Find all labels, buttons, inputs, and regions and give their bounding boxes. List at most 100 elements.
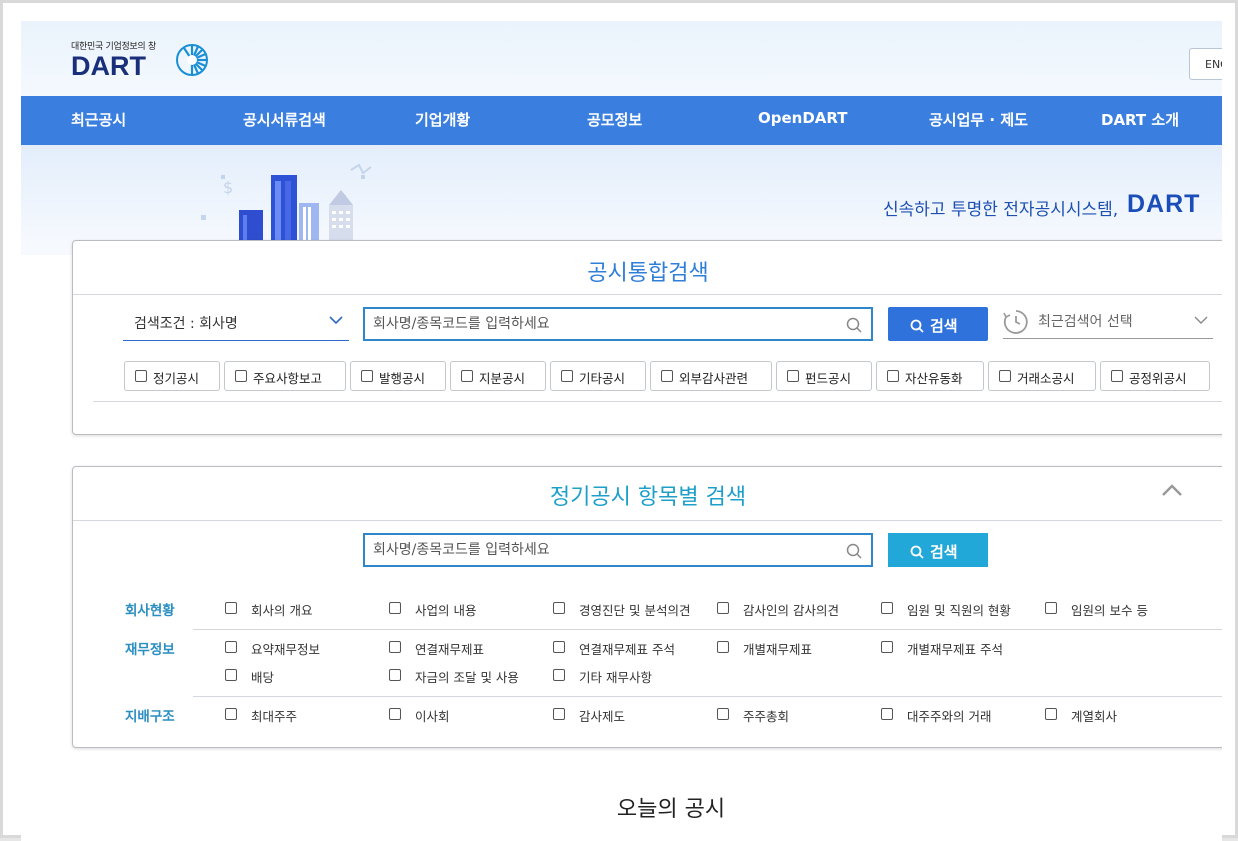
checkbox[interactable] [553,708,565,720]
filter-other[interactable]: 기타공시 [550,361,646,391]
checkbox[interactable] [461,370,473,382]
hero-banner: $ 신속하고 투명한 전자공시시스템, DART [21,145,1222,255]
option-label: 임원 및 직원의 현황 [907,603,1011,618]
nav-item-about-dart[interactable]: DART 소개 [1101,109,1179,130]
nav-item-document-search[interactable]: 공시서류검색 [243,109,326,130]
filter-major-report[interactable]: 주요사항보고 [224,361,346,391]
integrated-search-button[interactable]: 검색 [888,307,988,341]
option-label: 요약재무정보 [251,642,321,657]
category-financial-info: 재무정보 [125,642,175,658]
item-search-input[interactable] [373,540,833,560]
checkbox[interactable] [1045,708,1057,720]
checkbox[interactable] [225,708,237,720]
filter-label: 발행공시 [379,371,426,386]
checkbox[interactable] [553,641,565,653]
item-search-button[interactable]: 검색 [888,533,988,567]
chevron-down-icon [1194,316,1208,324]
logo-wordmark: DART [71,51,146,81]
search-icon[interactable] [846,543,862,559]
language-button[interactable]: ENG [1189,48,1222,80]
svg-text:$: $ [223,178,233,197]
filter-external-audit[interactable]: 외부감사관련 [650,361,772,391]
filter-exchange[interactable]: 거래소공시 [988,361,1096,391]
option-label: 감사인의 감사의견 [743,603,839,618]
search-icon[interactable] [846,317,862,333]
row-divider [193,629,1222,630]
option-label: 연결재무제표 주석 [579,642,675,657]
option-label: 사업의 내용 [415,603,477,618]
checkbox[interactable] [881,641,893,653]
checkbox[interactable] [999,370,1011,382]
item-search-title: 정기공시 항목별 검색 [549,485,747,510]
site-header: 대한민국 기업정보의 창 DART EN [21,21,1222,96]
checkbox[interactable] [389,641,401,653]
option-label: 개별재무제표 주석 [907,642,1003,657]
option-label: 연결재무제표 [415,642,485,657]
category-governance: 지배구조 [125,709,175,725]
checkbox[interactable] [787,370,799,382]
search-condition-select[interactable]: 검색조건 : 회사명 [123,301,349,341]
option-label: 경영진단 및 분석의견 [579,603,691,618]
checkbox[interactable] [225,669,237,681]
filter-label: 자산유동화 [905,371,963,386]
filter-periodic[interactable]: 정기공시 [124,361,220,391]
option-label: 회사의 개요 [251,603,313,618]
panel-divider [73,294,1222,295]
checkbox[interactable] [881,708,893,720]
filter-fund[interactable]: 펀드공시 [776,361,872,391]
option-label: 계열회사 [1071,709,1118,724]
filter-ftc[interactable]: 공정위공시 [1100,361,1210,391]
checkbox[interactable] [389,602,401,614]
filter-issuance[interactable]: 발행공시 [350,361,446,391]
checkbox[interactable] [1045,602,1057,614]
dart-logo[interactable]: 대한민국 기업정보의 창 DART [71,39,221,83]
history-clock-icon [1003,310,1028,334]
checkbox[interactable] [553,602,565,614]
checkbox[interactable] [361,370,373,382]
language-button-label: ENG [1205,58,1222,71]
checkbox[interactable] [389,669,401,681]
option-label: 기타 재무사항 [579,670,652,685]
option-label: 주주총회 [743,709,790,724]
browser-frame: 대한민국 기업정보의 창 DART EN 최근공시 공시서류검색 기업개황 공모… [0,0,1238,841]
option-label: 개별재무제표 [743,642,813,657]
nav-item-disclosure-system[interactable]: 공시업무 · 제도 [929,109,1028,130]
search-condition-value: 검색조건 : 회사명 [134,316,238,332]
option-label: 임원의 보수 등 [1071,603,1148,618]
checkbox[interactable] [561,370,573,382]
logo-globe-icon [176,44,208,76]
chevron-up-icon[interactable] [1161,482,1183,498]
checkbox[interactable] [389,708,401,720]
nav-item-offering-info[interactable]: 공모정보 [587,109,642,130]
checkbox[interactable] [1111,370,1123,382]
checkbox[interactable] [225,641,237,653]
filter-label: 거래소공시 [1017,371,1075,386]
checkbox[interactable] [717,641,729,653]
checkbox[interactable] [661,370,673,382]
checkbox[interactable] [135,370,147,382]
hero-brand: DART [1127,190,1201,218]
filter-label: 공정위공시 [1129,371,1187,386]
item-search-panel: 정기공시 항목별 검색 검색 회사현황 회사의 개요 사업의 내용 경영진단 및… [72,466,1222,748]
checkbox[interactable] [225,602,237,614]
nav-item-recent[interactable]: 최근공시 [71,109,126,130]
page-viewport: 대한민국 기업정보의 창 DART EN 최근공시 공시서류검색 기업개황 공모… [21,21,1222,841]
item-search-button-label: 검색 [930,543,958,561]
option-label: 최대주주 [251,709,298,724]
checkbox[interactable] [553,669,565,681]
filter-securitization[interactable]: 자산유동화 [876,361,984,391]
nav-item-opendart[interactable]: OpenDART [758,109,848,127]
recent-search-select[interactable]: 최근검색어 선택 [1003,301,1213,339]
checkbox[interactable] [881,602,893,614]
filter-equity[interactable]: 지분공시 [450,361,546,391]
nav-item-company-overview[interactable]: 기업개황 [415,109,470,130]
option-label: 배당 [251,670,275,685]
checkbox[interactable] [717,708,729,720]
checkbox[interactable] [717,602,729,614]
checkbox[interactable] [887,370,899,382]
filter-label: 펀드공시 [805,371,852,386]
filter-label: 정기공시 [153,371,200,386]
option-label: 자금의 조달 및 사용 [415,670,519,685]
integrated-search-input[interactable] [373,314,833,334]
checkbox[interactable] [235,370,247,382]
